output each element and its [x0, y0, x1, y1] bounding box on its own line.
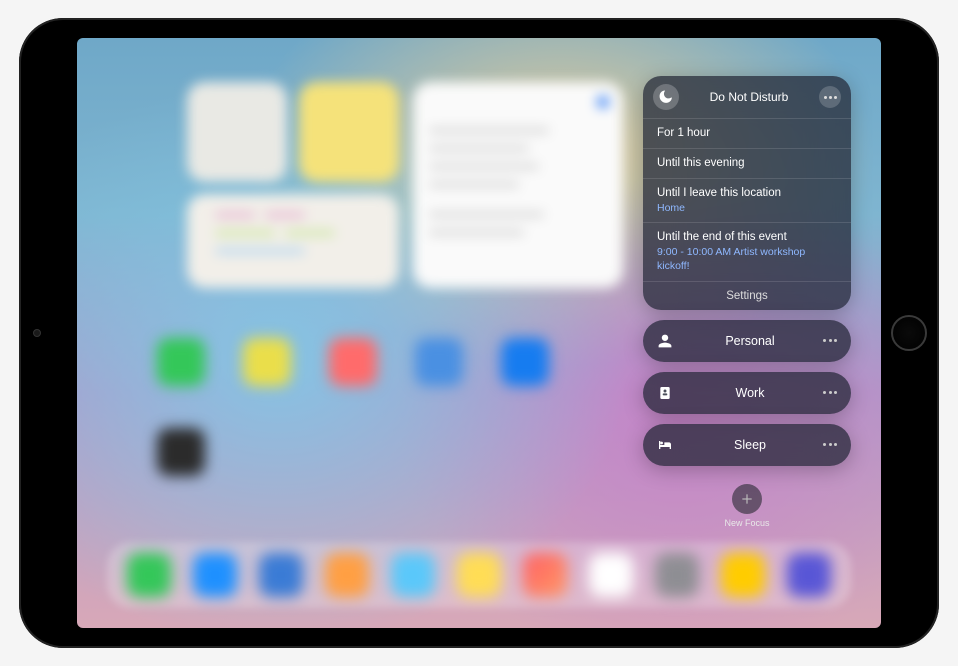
dnd-option-label: Until I leave this location: [657, 186, 837, 201]
dnd-option-location[interactable]: Until I leave this location Home: [643, 178, 851, 223]
widget-clock: [187, 82, 287, 182]
dock: [107, 542, 851, 608]
focus-mode-label: Sleep: [685, 438, 815, 452]
dnd-option-event[interactable]: Until the end of this event 9:00 - 10:00…: [643, 222, 851, 280]
widget-reminders: [413, 82, 623, 288]
ellipsis-icon[interactable]: [823, 339, 841, 342]
widget-notes: [299, 82, 399, 182]
badge-icon: [653, 381, 677, 405]
dnd-header[interactable]: Do Not Disturb: [643, 76, 851, 118]
new-focus-label: New Focus: [724, 518, 769, 528]
ellipsis-icon[interactable]: [823, 391, 841, 394]
bed-icon: [653, 433, 677, 457]
ellipsis-icon[interactable]: [823, 443, 841, 446]
dnd-option-label: Until this evening: [657, 156, 837, 171]
focus-mode-sleep[interactable]: Sleep: [643, 424, 851, 466]
ipad-device-frame: Do Not Disturb For 1 hour Until this eve…: [19, 18, 939, 648]
ellipsis-icon: [824, 96, 837, 99]
screen: Do Not Disturb For 1 hour Until this eve…: [77, 38, 881, 628]
person-icon: [653, 329, 677, 353]
home-button[interactable]: [891, 315, 927, 351]
dnd-option-label: Until the end of this event: [657, 230, 837, 245]
focus-panel: Do Not Disturb For 1 hour Until this eve…: [643, 76, 851, 528]
dnd-option-label: For 1 hour: [657, 126, 837, 141]
dnd-option-sub: 9:00 - 10:00 AM Artist workshop kickoff!: [657, 246, 837, 273]
dnd-settings-button[interactable]: Settings: [643, 281, 851, 310]
focus-mode-label: Work: [685, 386, 815, 400]
dnd-card: Do Not Disturb For 1 hour Until this eve…: [643, 76, 851, 310]
focus-mode-work[interactable]: Work: [643, 372, 851, 414]
settings-label: Settings: [726, 290, 768, 302]
dnd-option-sub: Home: [657, 202, 837, 216]
dnd-option-hour[interactable]: For 1 hour: [643, 118, 851, 148]
focus-mode-label: Personal: [685, 334, 815, 348]
dnd-title: Do Not Disturb: [687, 90, 811, 104]
front-camera: [33, 329, 41, 337]
plus-icon: [732, 484, 762, 514]
focus-mode-personal[interactable]: Personal: [643, 320, 851, 362]
widget-calendar: [187, 194, 399, 288]
new-focus-button[interactable]: New Focus: [643, 484, 851, 528]
dnd-more-button[interactable]: [819, 86, 841, 108]
moon-icon: [653, 84, 679, 110]
dnd-option-evening[interactable]: Until this evening: [643, 148, 851, 178]
